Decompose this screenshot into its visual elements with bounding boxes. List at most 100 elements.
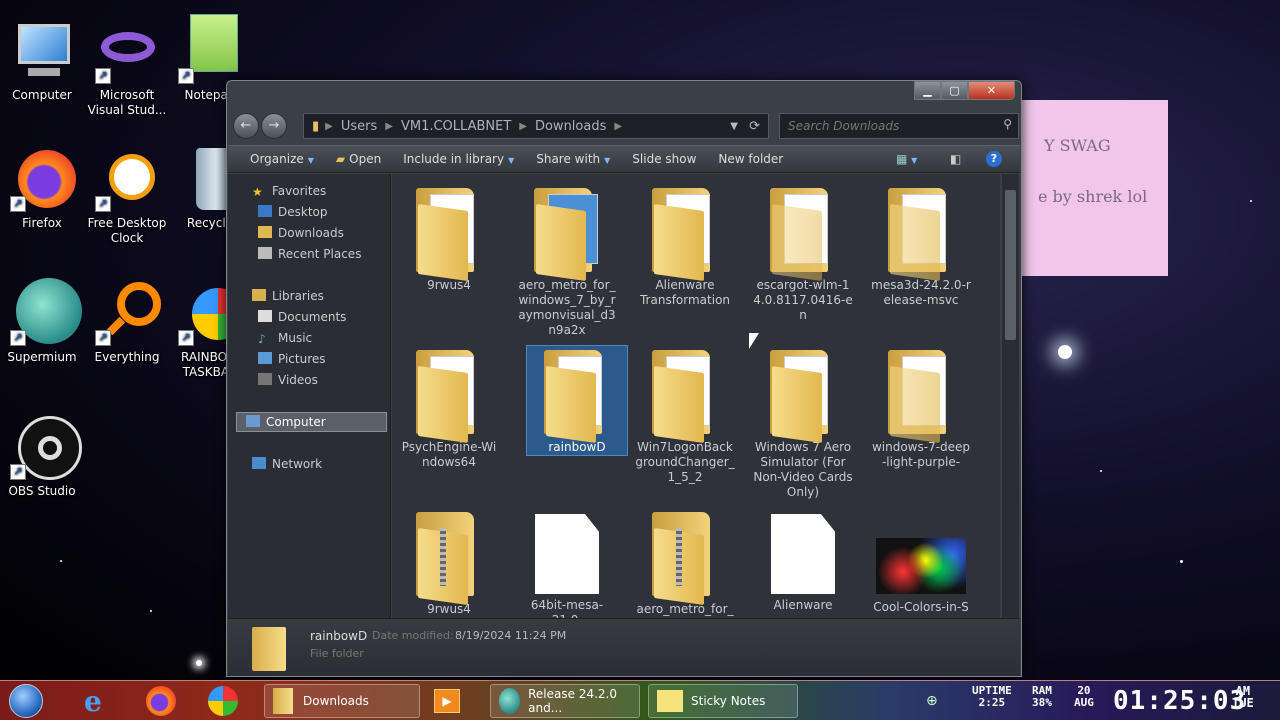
help-icon[interactable]: ? (986, 151, 1002, 167)
explorer-window[interactable]: ▁ ▢ ✕ ← → ▮ ▶ Users ▶ VM1.COLLABNET ▶ Do… (226, 80, 1022, 677)
zip-folder-icon (652, 508, 718, 606)
start-button[interactable] (9, 684, 43, 718)
file-item[interactable]: aero_metro_for_ (634, 508, 736, 617)
star (150, 610, 152, 612)
nav-favorites[interactable]: ★ Favorites (252, 182, 326, 200)
file-list: 9rwus4 aero_metro_for_windows_7_by_raymo… (392, 174, 1000, 618)
preview-pane-icon[interactable]: ◧ (950, 152, 961, 166)
file-item-selected[interactable]: rainbowD (526, 345, 628, 456)
file-item[interactable]: 64bit-mesa-21.0. (516, 508, 618, 618)
desktop-icon-label: Free Desktop Clock (87, 216, 167, 245)
search-input[interactable]: Search Downloads ⚲ (779, 113, 1019, 139)
file-item[interactable]: PsychEngine-Windows64 (398, 346, 500, 470)
breadcrumb-user[interactable]: VM1.COLLABNET (401, 119, 511, 134)
vertical-scrollbar[interactable] (1002, 174, 1019, 618)
music-icon: ♪ (258, 332, 266, 346)
change-view-icon[interactable]: ▦ ▼ (896, 152, 917, 166)
file-item[interactable]: mesa3d-24.2.0-release-msvc (870, 184, 972, 308)
desktop-icon-visual-studio[interactable]: ↗ Microsoft Visual Stud... (85, 20, 169, 118)
file-item[interactable]: Cool-Colors-in-S (870, 508, 972, 615)
nav-libraries[interactable]: Libraries (252, 287, 324, 305)
share-with-button[interactable]: Share with ▼ (536, 152, 610, 166)
nav-music[interactable]: ♪ Music (258, 329, 312, 347)
obs-icon: ↗ (10, 416, 82, 480)
sticky-note[interactable]: Y SWAG e by shrek lol (1022, 100, 1168, 276)
videos-icon (258, 373, 272, 385)
shortcut-arrow-icon: ↗ (10, 196, 26, 212)
breadcrumb-downloads[interactable]: Downloads (535, 119, 606, 134)
file-name: Win7LogonBackgroundChanger_1_5_2 (635, 440, 735, 484)
tray-add-icon[interactable]: ⊕ (926, 684, 938, 718)
search-icon[interactable]: ⚲ (1003, 117, 1012, 131)
chevron-right-icon: ▶ (385, 120, 393, 132)
folder-icon (652, 184, 718, 282)
command-bar: Organize ▼ ▰ Open Include in library ▼ Shar… (228, 145, 1020, 173)
include-in-library-button[interactable]: Include in library ▼ (403, 152, 514, 166)
file-item[interactable]: Win7LogonBackgroundChanger_1_5_2 (634, 346, 736, 485)
desktop-icon-computer[interactable]: Computer (0, 20, 84, 103)
file-item[interactable]: escargot-wlm-14.0.8117.0416-en (752, 184, 854, 323)
nav-desktop[interactable]: Desktop (258, 203, 328, 221)
ram-value: 38% (1032, 696, 1052, 709)
desktop-icon-firefox[interactable]: ↗ Firefox (0, 148, 84, 231)
organize-button[interactable]: Organize ▼ (250, 152, 314, 166)
file-name: escargot-wlm-14.0.8117.0416-en (753, 278, 853, 322)
sticky-note-line: e by shrek lol (1038, 187, 1148, 206)
taskbar-button-release[interactable]: Release 24.2.0 and... (490, 684, 640, 718)
nav-label: Documents (278, 310, 347, 324)
desktop-icon-supermium[interactable]: ↗ Supermium (0, 278, 84, 365)
close-button[interactable]: ✕ (968, 81, 1015, 100)
desktop-icon-obs-studio[interactable]: ↗ OBS Studio (0, 416, 84, 499)
nav-recent-places[interactable]: Recent Places (258, 245, 361, 263)
file-item[interactable]: 9rwus4 (398, 184, 500, 293)
refresh-icon[interactable]: ⟳ (749, 119, 760, 134)
libraries-icon (252, 289, 266, 301)
shortcut-arrow-icon: ↗ (178, 330, 194, 346)
taskbar-pin-ie[interactable]: e (84, 684, 102, 718)
taskbar-pin-media-player[interactable]: ▶ (434, 684, 460, 718)
maximize-button[interactable]: ▢ (941, 81, 968, 100)
minimize-button[interactable]: ▁ (914, 81, 941, 100)
file-item[interactable]: 9rwus4 (398, 508, 500, 617)
details-date-value: 8/19/2024 11:24 PM (455, 629, 567, 642)
nav-network[interactable]: Network (252, 455, 322, 473)
folder-icon (888, 346, 954, 444)
file-item[interactable]: Windows 7 Aero Simulator (For Non-Video … (752, 346, 854, 500)
open-button[interactable]: ▰ Open (336, 152, 381, 166)
navigation-pane: ★ Favorites Desktop Downloads Recent Plac… (228, 174, 391, 618)
nav-computer[interactable]: Computer (246, 413, 326, 431)
uptime-gadget: UPTIME 2:25 (972, 685, 1012, 709)
firefox-icon: ↗ (10, 148, 76, 212)
file-name: rainbowD (548, 440, 606, 454)
address-bar[interactable]: ▮ ▶ Users ▶ VM1.COLLABNET ▶ Downloads ▶ … (303, 113, 769, 139)
nav-videos[interactable]: Videos (258, 371, 318, 389)
breadcrumb-users[interactable]: Users (341, 119, 377, 134)
taskbar-pin-firefox[interactable] (146, 684, 176, 718)
desktop-icon (258, 205, 272, 217)
taskbar-pin-explorer[interactable] (208, 684, 238, 718)
new-folder-button[interactable]: New folder (718, 152, 783, 166)
file-name: PsychEngine-Windows64 (401, 440, 497, 469)
star-icon: ★ (252, 185, 263, 199)
file-item[interactable]: aero_metro_for_windows_7_by_raymonvisual… (516, 184, 618, 338)
forward-button[interactable]: → (261, 113, 287, 139)
nav-label: Videos (278, 373, 318, 387)
file-item[interactable]: windows-7-deep-light-purple- (870, 346, 972, 470)
desktop-icon-everything[interactable]: ↗ Everything (85, 282, 169, 365)
back-button[interactable]: ← (233, 113, 259, 139)
scrollbar-thumb[interactable] (1005, 190, 1016, 340)
details-date-label: Date modified: (372, 629, 454, 642)
taskbar-button-sticky-notes[interactable]: Sticky Notes (648, 684, 798, 718)
nav-pictures[interactable]: Pictures (258, 350, 326, 368)
slide-show-button[interactable]: Slide show (632, 152, 696, 166)
taskbar-button-downloads[interactable]: Downloads (264, 684, 420, 718)
star (1058, 345, 1072, 359)
desktop-icon-free-desktop-clock[interactable]: ↗ Free Desktop Clock (85, 148, 169, 246)
file-item[interactable]: Alienware (752, 508, 854, 613)
nav-documents[interactable]: Documents (258, 308, 346, 326)
taskbar-label: Release 24.2.0 and... (528, 687, 617, 715)
supermium-icon (499, 688, 521, 714)
file-item[interactable]: Alienware Transformation (634, 184, 736, 308)
address-dropdown-icon[interactable]: ▼ (730, 121, 738, 132)
nav-downloads[interactable]: Downloads (258, 224, 344, 242)
